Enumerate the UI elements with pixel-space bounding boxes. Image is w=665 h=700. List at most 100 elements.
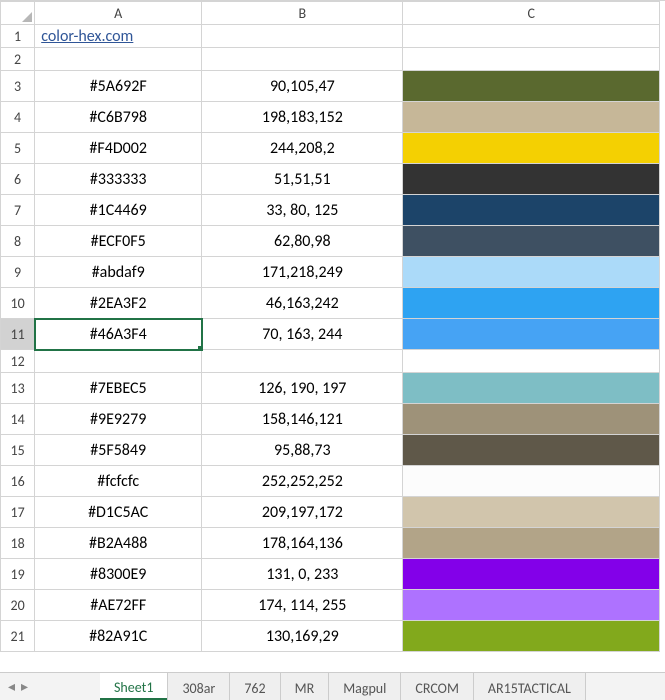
cell-C6[interactable]	[403, 164, 660, 195]
cell-C13[interactable]	[403, 373, 660, 404]
cell-A5[interactable]: #F4D002	[35, 133, 202, 164]
row-header-13[interactable]: 13	[1, 373, 35, 404]
row-header-4[interactable]: 4	[1, 102, 35, 133]
cell-C9[interactable]	[403, 257, 660, 288]
cell-C4[interactable]	[403, 102, 660, 133]
row-header-3[interactable]: 3	[1, 71, 35, 102]
sheet-tab-762[interactable]: 762	[229, 673, 280, 700]
sheet-tab-mr[interactable]: MR	[280, 673, 330, 700]
cell-A20[interactable]: #AE72FF	[35, 590, 202, 621]
cell-C21[interactable]	[403, 621, 660, 652]
cell-C2[interactable]	[403, 48, 660, 71]
cell-A18[interactable]: #B2A488	[35, 528, 202, 559]
cell-B13[interactable]: 126, 190, 197	[202, 373, 403, 404]
cell-A12[interactable]	[35, 350, 202, 373]
row-header-12[interactable]: 12	[1, 350, 35, 373]
cell-B6[interactable]: 51,51,51	[202, 164, 403, 195]
row-header-15[interactable]: 15	[1, 435, 35, 466]
row-header-1[interactable]: 1	[1, 25, 35, 48]
cell-A11[interactable]: #46A3F4	[35, 319, 202, 350]
row-header-5[interactable]: 5	[1, 133, 35, 164]
cell-B12[interactable]	[202, 350, 403, 373]
row-header-17[interactable]: 17	[1, 497, 35, 528]
cell-B8[interactable]: 62,80,98	[202, 226, 403, 257]
cell-A9[interactable]: #abdaf9	[35, 257, 202, 288]
cell-A16[interactable]: #fcfcfc	[35, 466, 202, 497]
cell-A14[interactable]: #9E9279	[35, 404, 202, 435]
cell-A15[interactable]: #5F5849	[35, 435, 202, 466]
col-header-C[interactable]: C	[403, 2, 660, 25]
row-header-21[interactable]: 21	[1, 621, 35, 652]
cell-C3[interactable]	[403, 71, 660, 102]
cell-B4[interactable]: 198,183,152	[202, 102, 403, 133]
cell-C20[interactable]	[403, 590, 660, 621]
col-header-B[interactable]: B	[202, 2, 403, 25]
cell-B5[interactable]: 244,208,2	[202, 133, 403, 164]
cell-B21[interactable]: 130,169,29	[202, 621, 403, 652]
row-header-2[interactable]: 2	[1, 48, 35, 71]
cell-B3[interactable]: 90,105,47	[202, 71, 403, 102]
cell-B7[interactable]: 33, 80, 125	[202, 195, 403, 226]
row-header-10[interactable]: 10	[1, 288, 35, 319]
cell-A17[interactable]: #D1C5AC	[35, 497, 202, 528]
sheet-tab-magpul[interactable]: Magpul	[328, 673, 401, 700]
cell-A1[interactable]: color-hex.com	[35, 25, 202, 48]
row-header-18[interactable]: 18	[1, 528, 35, 559]
cell-A3[interactable]: #5A692F	[35, 71, 202, 102]
cell-A4[interactable]: #C6B798	[35, 102, 202, 133]
cell-B10[interactable]: 46,163,242	[202, 288, 403, 319]
cell-C14[interactable]	[403, 404, 660, 435]
select-all-corner[interactable]	[1, 2, 35, 25]
cell-B11[interactable]: 70, 163, 244	[202, 319, 403, 350]
cell-B15[interactable]: 95,88,73	[202, 435, 403, 466]
spreadsheet-grid: A B C 1color-hex.com23#5A692F90,105,474#…	[0, 0, 665, 672]
sheet-tab-308ar[interactable]: 308ar	[167, 673, 230, 700]
row-header-11[interactable]: 11	[1, 319, 35, 350]
cell-C16[interactable]	[403, 466, 660, 497]
cell-C1[interactable]	[403, 25, 660, 48]
cell-B2[interactable]	[202, 48, 403, 71]
cell-B19[interactable]: 131, 0, 233	[202, 559, 403, 590]
cell-B1[interactable]	[202, 25, 403, 48]
cell-A2[interactable]	[35, 48, 202, 71]
sheet-tab-ar15tactical[interactable]: AR15TACTICAL	[473, 673, 586, 700]
cell-B17[interactable]: 209,197,172	[202, 497, 403, 528]
cell-A10[interactable]: #2EA3F2	[35, 288, 202, 319]
cell-C19[interactable]	[403, 559, 660, 590]
row-header-19[interactable]: 19	[1, 559, 35, 590]
cell-C15[interactable]	[403, 435, 660, 466]
cell-C12[interactable]	[403, 350, 660, 373]
cell-A6[interactable]: #333333	[35, 164, 202, 195]
cell-C5[interactable]	[403, 133, 660, 164]
sheet-tab-sheet1[interactable]: Sheet1	[100, 673, 168, 700]
sheet-tab-bar: ◂ ▸ Sheet1308ar762MRMagpulCRCOMAR15TACTI…	[0, 672, 665, 700]
cell-A8[interactable]: #ECF0F5	[35, 226, 202, 257]
row-header-20[interactable]: 20	[1, 590, 35, 621]
cell-C8[interactable]	[403, 226, 660, 257]
row-header-14[interactable]: 14	[1, 404, 35, 435]
cell-C10[interactable]	[403, 288, 660, 319]
cell-B18[interactable]: 178,164,136	[202, 528, 403, 559]
row-header-7[interactable]: 7	[1, 195, 35, 226]
cell-C17[interactable]	[403, 497, 660, 528]
col-header-A[interactable]: A	[35, 2, 202, 25]
cell-C11[interactable]	[403, 319, 660, 350]
tab-scroll-left-icon[interactable]: ◂	[8, 678, 15, 695]
cell-B9[interactable]: 171,218,249	[202, 257, 403, 288]
cell-B14[interactable]: 158,146,121	[202, 404, 403, 435]
tab-scroll-right-icon[interactable]: ▸	[21, 678, 28, 695]
cell-B20[interactable]: 174, 114, 255	[202, 590, 403, 621]
cell-A7[interactable]: #1C4469	[35, 195, 202, 226]
cell-A13[interactable]: #7EBEC5	[35, 373, 202, 404]
cell-B16[interactable]: 252,252,252	[202, 466, 403, 497]
cell-C7[interactable]	[403, 195, 660, 226]
row-header-6[interactable]: 6	[1, 164, 35, 195]
cell-A19[interactable]: #8300E9	[35, 559, 202, 590]
row-header-16[interactable]: 16	[1, 466, 35, 497]
link-color-hex[interactable]: color-hex.com	[41, 27, 133, 46]
cell-C18[interactable]	[403, 528, 660, 559]
row-header-9[interactable]: 9	[1, 257, 35, 288]
row-header-8[interactable]: 8	[1, 226, 35, 257]
sheet-tab-crcom[interactable]: CRCOM	[400, 673, 474, 700]
cell-A21[interactable]: #82A91C	[35, 621, 202, 652]
